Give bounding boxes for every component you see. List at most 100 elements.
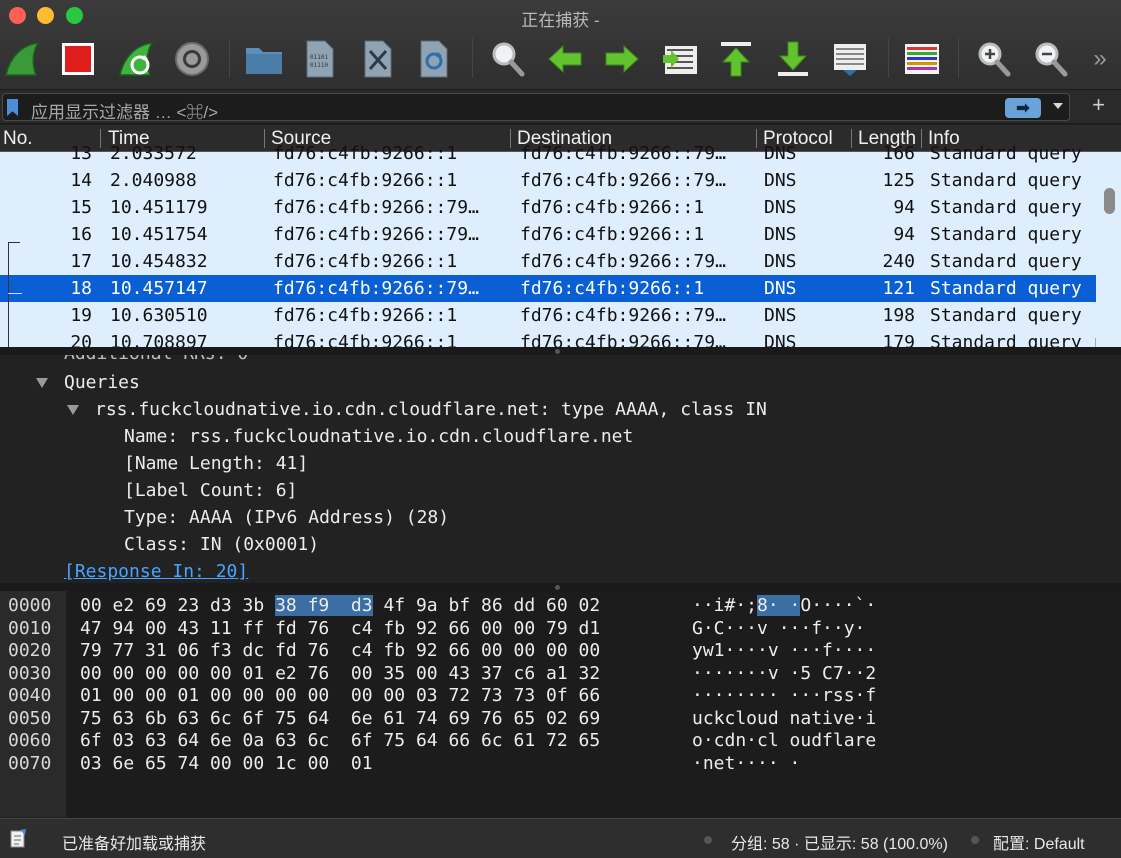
title-toolbar: 正在捕获 - 01101 01110 » — [0, 0, 1121, 90]
auto-scroll-button[interactable] — [828, 36, 872, 82]
start-capture-button[interactable] — [0, 36, 44, 82]
cell-no: 14 — [70, 170, 92, 191]
display-filter-input[interactable]: 应用显示过滤器 … <⌘/> ➡ — [2, 93, 1070, 122]
detail-field[interactable]: Name: rss.fuckcloudnative.io.cdn.cloudfl… — [124, 426, 633, 447]
go-to-packet-button[interactable] — [658, 36, 702, 82]
zoom-out-button[interactable] — [1029, 36, 1073, 82]
splitter-list-details[interactable] — [0, 347, 1121, 355]
table-row[interactable]: 20 10.708897 fd76:c4fb:9266::1 fd76:c4fb:92… — [0, 329, 1096, 347]
filter-placeholder: 应用显示过滤器 … <⌘/> — [31, 103, 219, 122]
cell-length: 179 — [882, 332, 915, 347]
byte-offset: 0040 — [8, 685, 52, 706]
bookmark-icon[interactable] — [7, 99, 18, 116]
go-back-button[interactable] — [543, 36, 587, 82]
capture-options-button[interactable] — [170, 36, 214, 82]
detail-field[interactable]: Class: IN (0x0001) — [124, 534, 319, 555]
table-row[interactable]: 17 10.454832 fd76:c4fb:9266::1 fd76:c4fb:92… — [0, 248, 1096, 275]
cell-source: fd76:c4fb:9266::1 — [273, 305, 458, 326]
ascii-bytes[interactable]: G·C···v ···f··y· — [692, 618, 865, 639]
goto-packet-icon — [663, 46, 697, 74]
detail-field[interactable]: Type: AAAA (IPv6 Address) (28) — [124, 507, 449, 528]
selected-ascii-highlight: 8· · — [757, 595, 801, 616]
response-in-link[interactable]: [Response In: 20] — [64, 561, 248, 582]
scroll-thumb[interactable] — [1104, 188, 1115, 214]
hex-bytes[interactable]: 03 6e 65 74 00 00 1c 00 01 — [80, 753, 373, 774]
ascii-bytes[interactable]: ··i#·;8· ·O····`· — [692, 595, 876, 616]
detail-field[interactable]: [Label Count: 6] — [124, 480, 297, 501]
hex-bytes[interactable]: 47 94 00 43 11 ff fd 76 c4 fb 92 66 00 0… — [80, 618, 600, 639]
arrow-up-first-icon — [721, 42, 751, 77]
expand-queries-icon[interactable] — [36, 378, 48, 388]
hex-bytes[interactable]: 75 63 6b 63 6c 6f 75 64 6e 61 74 69 76 6… — [80, 708, 600, 729]
table-row[interactable]: 19 10.630510 fd76:c4fb:9266::1 fd76:c4fb:92… — [0, 302, 1096, 329]
zoom-in-icon — [978, 42, 1011, 77]
byte-offset: 0070 — [8, 752, 52, 774]
reload-file-button[interactable] — [412, 36, 456, 82]
zoom-in-button[interactable] — [972, 36, 1016, 82]
apply-filter-button[interactable]: ➡ — [1005, 98, 1041, 118]
open-file-button[interactable] — [242, 36, 286, 82]
table-row[interactable]: 15 10.451179 fd76:c4fb:9266::79… fd76:c4fb:… — [0, 194, 1096, 221]
filter-history-dropdown[interactable] — [1053, 103, 1063, 109]
add-filter-button[interactable]: + — [1092, 92, 1105, 118]
hex-bytes[interactable]: 01 00 00 01 00 00 00 00 00 00 03 72 73 7… — [80, 685, 600, 706]
go-last-button[interactable] — [771, 36, 815, 82]
packet-list[interactable]: No. Time Source Destination Protocol Len… — [0, 125, 1121, 347]
ascii-bytes[interactable]: uckcloud native·i — [692, 708, 876, 729]
hex-bytes[interactable]: 00 00 00 00 00 01 e2 76 00 35 00 43 37 c… — [80, 663, 600, 684]
packet-bytes[interactable]: 0000 00 e2 69 23 d3 3b 38 f9 d3 4f 9a bf … — [0, 591, 1121, 817]
cell-length: 198 — [882, 305, 915, 326]
query-summary-node[interactable]: rss.fuckcloudnative.io.cdn.cloudflare.ne… — [95, 399, 767, 420]
window-title: 正在捕获 - — [521, 11, 600, 30]
stop-capture-button[interactable] — [56, 36, 100, 82]
restart-capture-button[interactable] — [114, 36, 158, 82]
arrow-left-icon — [548, 44, 582, 74]
close-file-button[interactable] — [356, 36, 400, 82]
ascii-bytes[interactable]: ·net···· · — [692, 753, 800, 774]
ascii-bytes[interactable]: ·······v ·5 C7··2 — [692, 663, 876, 684]
chevron-double-right-icon: » — [1093, 45, 1107, 72]
table-row[interactable]: 18 10.457147 fd76:c4fb:9266::79… fd76:c4fb:… — [0, 275, 1096, 302]
cell-info: Standard query — [930, 143, 1082, 164]
ascii-bytes[interactable]: yw1····v ···f···· — [692, 640, 876, 661]
byte-offset: 0060 — [8, 730, 52, 751]
go-first-button[interactable] — [714, 36, 758, 82]
packet-details[interactable]: Additional RRs: 0 Queries rss.fuckcloudn… — [0, 355, 1121, 583]
cell-destination: fd76:c4fb:9266::79… — [520, 170, 726, 191]
packet-list-scrollbar[interactable] — [1096, 152, 1121, 347]
more-toolbar-button[interactable]: » — [1082, 36, 1118, 82]
cell-info: Standard query — [930, 305, 1082, 326]
hex-bytes[interactable]: 79 77 31 06 f3 dc fd 76 c4 fb 92 66 00 0… — [80, 640, 600, 661]
byte-offset: 0020 — [8, 640, 52, 661]
cell-destination: fd76:c4fb:9266::1 — [520, 197, 705, 218]
byte-offset: 0000 — [8, 595, 52, 616]
find-packet-button[interactable] — [486, 36, 530, 82]
ascii-bytes[interactable]: ········ ···rss·f — [692, 685, 876, 706]
cell-source: fd76:c4fb:9266::79… — [273, 224, 479, 245]
splitter-details-bytes[interactable] — [0, 583, 1121, 591]
detail-field[interactable]: [Name Length: 41] — [124, 453, 308, 474]
edit-note-icon[interactable] — [10, 828, 28, 848]
cell-no: 13 — [70, 143, 92, 164]
save-file-button[interactable]: 01101 01110 — [298, 36, 342, 82]
expand-query-icon[interactable] — [67, 405, 79, 415]
status-bar: 已准备好加载或捕获 分组: 58 · 已显示: 58 (100.0%) 配置: … — [0, 818, 1121, 858]
gear-icon — [175, 42, 209, 76]
profile-status[interactable]: 配置: Default — [993, 830, 1085, 854]
table-row[interactable]: 13 2.033572 fd76:c4fb:9266::1 fd76:c4fb:926… — [0, 140, 1096, 167]
hex-bytes[interactable]: 6f 03 63 64 6e 0a 63 6c 6f 75 64 66 6c 6… — [80, 730, 600, 751]
hex-bytes[interactable]: 00 e2 69 23 d3 3b 38 f9 d3 4f 9a bf 86 d… — [80, 595, 600, 616]
cell-destination: fd76:c4fb:9266::79… — [520, 143, 726, 164]
table-row[interactable]: 14 2.040988 fd76:c4fb:9266::1 fd76:c4fb:926… — [0, 167, 1096, 194]
go-forward-button[interactable] — [600, 36, 644, 82]
cell-destination: fd76:c4fb:9266::1 — [520, 278, 705, 299]
shark-fin-restart-icon — [119, 42, 154, 76]
cell-protocol: DNS — [764, 170, 797, 191]
table-row[interactable]: 16 10.451754 fd76:c4fb:9266::79… fd76:c4fb:… — [0, 221, 1096, 248]
cell-length: 94 — [893, 197, 915, 218]
byte-offset: 0050 — [8, 707, 52, 729]
ascii-bytes[interactable]: o·cdn·cl oudflare — [692, 730, 876, 751]
queries-node[interactable]: Queries — [64, 372, 140, 393]
colorize-button[interactable] — [900, 36, 944, 82]
selected-bytes-highlight: 38 f9 d3 — [275, 595, 373, 616]
